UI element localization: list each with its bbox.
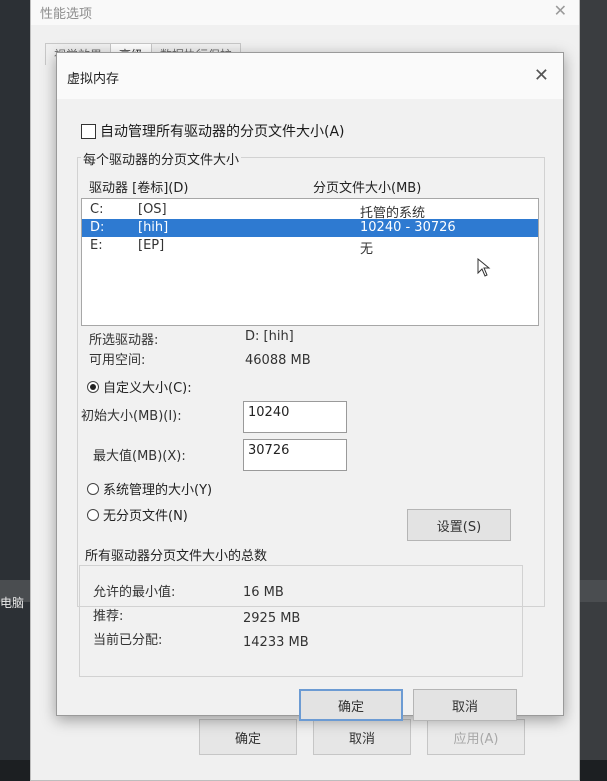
custom-size-option[interactable]: 自定义大小(C): <box>87 377 192 396</box>
drive-row-e[interactable]: E: [EP] 无 <box>82 237 538 257</box>
size-column-header: 分页文件大小(MB) <box>313 181 422 196</box>
performance-options-title: 性能选项 <box>40 7 93 22</box>
virtual-memory-titlebar: 虚拟内存 ✕ <box>57 53 563 99</box>
allocated-value: 14233 MB <box>243 635 309 650</box>
custom-size-label: 自定义大小(C): <box>103 381 192 396</box>
max-size-input[interactable]: 30726 <box>243 439 347 471</box>
perf-ok-button[interactable]: 确定 <box>199 719 297 755</box>
drive-size: 10240 - 30726 <box>360 220 456 235</box>
selected-drive-label: 所选驱动器: <box>89 333 159 348</box>
selected-drive-value: D: [hih] <box>245 329 294 344</box>
drive-label: [EP] <box>138 238 165 253</box>
drive-letter: C: <box>90 202 104 217</box>
desktop-side-text: 电脑 <box>0 596 25 610</box>
max-size-label: 最大值(MB)(X): <box>93 449 186 464</box>
drive-size: 无 <box>360 242 374 257</box>
auto-manage-label: 自动管理所有驱动器的分页文件大小(A) <box>100 124 345 140</box>
drive-column-header: 驱动器 [卷标](D) <box>89 181 189 196</box>
perf-apply-button[interactable]: 应用(A) <box>427 719 525 755</box>
custom-size-radio[interactable] <box>87 380 99 393</box>
totals-group-title: 所有驱动器分页文件大小的总数 <box>83 545 270 564</box>
initial-size-label: 初始大小(MB)(I): <box>81 409 182 424</box>
perf-cancel-button[interactable]: 取消 <box>313 719 411 755</box>
no-paging-file-label: 无分页文件(N) <box>103 509 188 524</box>
desktop-background-left <box>0 0 30 781</box>
recommended-value: 2925 MB <box>243 611 301 626</box>
drive-letter: E: <box>90 238 103 253</box>
auto-manage-checkbox[interactable] <box>81 123 96 139</box>
system-managed-label: 系统管理的大小(Y) <box>103 483 213 498</box>
close-icon[interactable]: ✕ <box>534 65 549 86</box>
drive-row-c[interactable]: C: [OS] 托管的系统 <box>82 201 538 221</box>
system-managed-radio[interactable] <box>87 482 99 495</box>
no-paging-file-option[interactable]: 无分页文件(N) <box>87 505 188 524</box>
free-space-value: 46088 MB <box>245 353 311 368</box>
per-drive-group-title: 每个驱动器的分页文件大小 <box>81 149 242 168</box>
performance-options-titlebar: 性能选项 ✕ <box>31 0 579 25</box>
virtual-memory-dialog: 虚拟内存 ✕ 自动管理所有驱动器的分页文件大小(A) 每个驱动器的分页文件大小 … <box>56 52 564 721</box>
free-space-label: 可用空间: <box>89 353 146 368</box>
drive-list[interactable]: C: [OS] 托管的系统 D: [hih] 10240 - 30726 E: … <box>81 198 539 326</box>
system-managed-option[interactable]: 系统管理的大小(Y) <box>87 479 212 498</box>
auto-manage-option[interactable]: 自动管理所有驱动器的分页文件大小(A) <box>81 121 345 141</box>
no-paging-file-radio[interactable] <box>87 508 99 521</box>
min-allowed-value: 16 MB <box>243 585 284 600</box>
ok-button[interactable]: 确定 <box>299 689 403 721</box>
allocated-label: 当前已分配: <box>93 633 163 648</box>
drive-label: [hih] <box>138 220 169 235</box>
drive-letter: D: <box>90 220 105 235</box>
dialog-title: 虚拟内存 <box>67 72 120 87</box>
close-icon[interactable]: ✕ <box>554 1 567 20</box>
initial-size-input[interactable]: 10240 <box>243 401 347 433</box>
min-allowed-label: 允许的最小值: <box>93 585 176 600</box>
recommended-label: 推荐: <box>93 609 124 624</box>
drive-label: [OS] <box>138 202 167 217</box>
cancel-button[interactable]: 取消 <box>413 689 517 721</box>
mouse-cursor-icon <box>477 258 491 277</box>
drive-row-d[interactable]: D: [hih] 10240 - 30726 <box>82 219 538 237</box>
set-button[interactable]: 设置(S) <box>407 509 511 541</box>
